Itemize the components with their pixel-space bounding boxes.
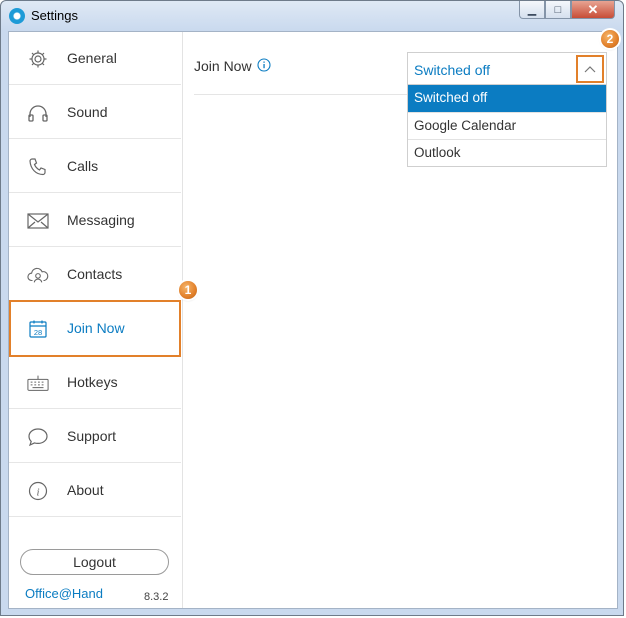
- join-now-setting-label: Join Now: [194, 58, 252, 74]
- sidebar-item-general[interactable]: General: [9, 32, 181, 85]
- sidebar-item-sound[interactable]: Sound: [9, 86, 181, 139]
- sidebar-item-label: Messaging: [67, 212, 135, 228]
- logout-button[interactable]: Logout: [20, 549, 169, 575]
- settings-content: Join Now Switched off Switched off Googl…: [182, 32, 617, 608]
- svg-text:i: i: [36, 487, 39, 499]
- cloud-contacts-icon: [27, 265, 49, 285]
- sidebar-item-label: Support: [67, 428, 117, 444]
- sidebar-item-calls[interactable]: Calls: [9, 140, 181, 193]
- select-dropdown: Switched off Google Calendar Outlook: [407, 85, 607, 167]
- settings-window: Settings ▁ □ ✕ General Sound Calls Messa…: [0, 0, 624, 616]
- gear-icon: [27, 49, 49, 69]
- headphones-icon: [27, 103, 49, 123]
- join-now-select[interactable]: Switched off: [407, 52, 607, 85]
- window-controls: ▁ □ ✕: [519, 1, 615, 21]
- sidebar-item-label: Contacts: [67, 266, 123, 282]
- select-value: Switched off: [414, 62, 491, 78]
- annotation-badge-2: 2: [601, 30, 619, 48]
- info-icon: i: [27, 481, 49, 501]
- sidebar-item-label: Calls: [67, 158, 99, 174]
- title-bar[interactable]: Settings ▁ □ ✕: [1, 1, 623, 31]
- divider: [194, 94, 408, 95]
- sidebar-item-messaging[interactable]: Messaging: [9, 194, 181, 247]
- sidebar-item-hotkeys[interactable]: Hotkeys: [9, 356, 181, 409]
- version-label: 8.3.2: [144, 591, 169, 603]
- sidebar-item-label: General: [67, 50, 117, 66]
- dropdown-option-google-calendar[interactable]: Google Calendar: [408, 112, 606, 139]
- sidebar-item-contacts[interactable]: Contacts: [9, 248, 181, 301]
- close-button[interactable]: ✕: [571, 1, 615, 19]
- chevron-up-icon[interactable]: [576, 55, 604, 83]
- chat-bubble-icon: [27, 427, 49, 447]
- window-title: Settings: [31, 8, 78, 23]
- svg-text:28: 28: [34, 328, 42, 337]
- dropdown-option-outlook[interactable]: Outlook: [408, 139, 606, 166]
- sidebar-item-support[interactable]: Support: [9, 410, 181, 463]
- brand-link[interactable]: Office@Hand: [25, 586, 103, 601]
- sidebar-item-label: About: [67, 482, 104, 498]
- settings-sidebar: General Sound Calls Messaging Contacts 2…: [9, 32, 183, 608]
- client-area: General Sound Calls Messaging Contacts 2…: [8, 31, 618, 609]
- info-icon[interactable]: [257, 58, 271, 72]
- minimize-button[interactable]: ▁: [519, 1, 545, 19]
- keyboard-icon: [27, 373, 49, 393]
- envelope-icon: [27, 211, 49, 231]
- sidebar-item-label: Hotkeys: [67, 374, 118, 390]
- sidebar-item-label: Join Now: [67, 320, 125, 336]
- dropdown-option-switched-off[interactable]: Switched off: [408, 85, 606, 112]
- sidebar-item-join-now[interactable]: 28 Join Now: [9, 300, 181, 357]
- phone-icon: [27, 157, 49, 177]
- maximize-button[interactable]: □: [545, 1, 571, 19]
- annotation-badge-1: 1: [179, 281, 197, 299]
- sidebar-item-label: Sound: [67, 104, 108, 120]
- sidebar-item-about[interactable]: i About: [9, 464, 181, 517]
- calendar-icon: 28: [27, 319, 49, 339]
- app-logo-icon: [9, 8, 25, 24]
